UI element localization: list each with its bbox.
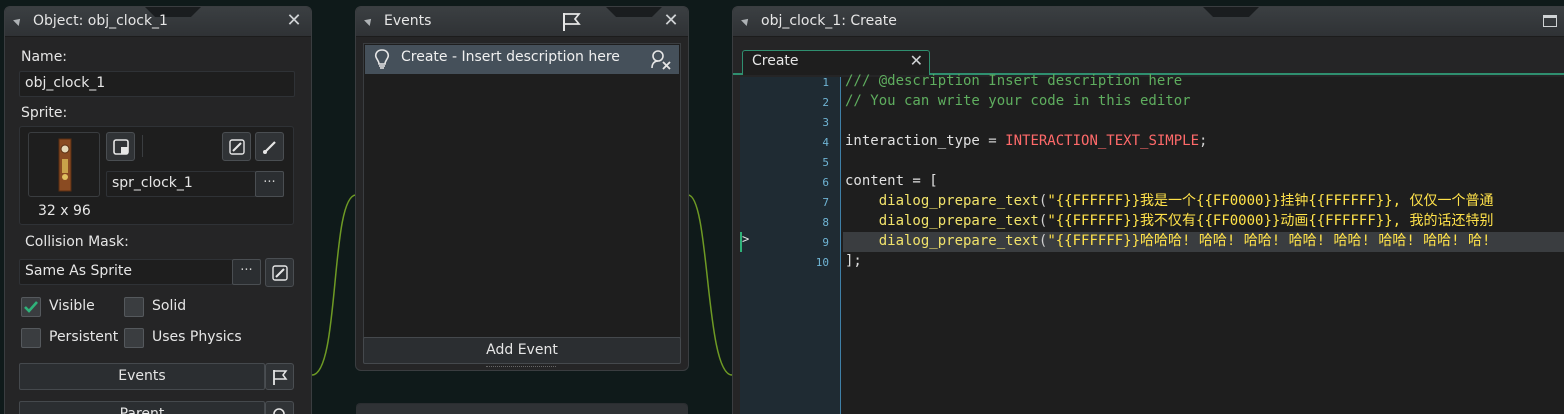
close-icon[interactable]: ✕ (285, 11, 303, 31)
code-function: dialog_prepare_text (878, 233, 1039, 249)
code-semicolon: ; (1199, 133, 1208, 149)
line-number: 2 (822, 96, 829, 109)
events-list: Create - Insert description here (363, 43, 681, 338)
code-line-9: dialog_prepare_text("{{FFFFFF}}哈哈哈! 哈哈! … (845, 231, 1491, 251)
lower-panel-peek (356, 404, 688, 414)
code-string: "{{FFFFFF}}哈哈哈! 哈哈! 哈哈! 哈哈! 哈哈! 哈哈! 哈哈! … (1047, 233, 1491, 249)
remove-event-icon[interactable] (649, 48, 673, 72)
code-line-1: /// @description Insert description here (845, 71, 1182, 91)
line-number: 1 (822, 76, 829, 89)
collapse-icon[interactable] (364, 16, 374, 26)
code-panel-title: obj_clock_1: Create (761, 13, 897, 29)
brush-edit-icon (228, 138, 245, 155)
close-icon[interactable]: ✕ (662, 11, 680, 31)
line-number: 9 (822, 236, 829, 249)
tab-close-icon[interactable]: ✕ (910, 51, 923, 70)
line-number: 8 (822, 216, 829, 229)
collision-mask-label: Collision Mask: (25, 234, 129, 250)
code-line-2: // You can write your code in this edito… (845, 91, 1191, 111)
brush-edit-icon (271, 264, 288, 281)
collision-mask-field[interactable]: Same As Sprite (19, 259, 233, 285)
edit-sprite-button[interactable] (222, 132, 251, 161)
code-statement: content = [ (845, 173, 938, 189)
line-number: 7 (822, 196, 829, 209)
visible-label: Visible (49, 298, 95, 314)
events-panel-header: Events ✕ (356, 7, 688, 37)
brush-icon (262, 140, 276, 154)
events-panel: Events ✕ Create - Insert description her… (355, 6, 689, 371)
persistent-checkbox[interactable] (21, 328, 41, 348)
collision-edit-button[interactable] (265, 258, 294, 287)
search-icon (272, 407, 285, 414)
code-constant: INTERACTION_TEXT_SIMPLE (1005, 133, 1200, 149)
events-button[interactable]: Events (19, 363, 265, 390)
line-number: 10 (815, 256, 829, 269)
event-create-label: Create - Insert description here (401, 49, 620, 65)
tab-create-label: Create (752, 53, 799, 69)
new-sprite-button[interactable] (106, 132, 135, 161)
object-panel-header: Object: obj_clock_1 ✕ (5, 7, 311, 37)
checkmark-icon (24, 301, 38, 313)
code-line-8: dialog_prepare_text("{{FFFFFF}}我不仅有{{FF0… (845, 211, 1494, 231)
line-number: 6 (822, 176, 829, 189)
code-string: "{{FFFFFF}}我是一个{{FF0000}}挂钟{{FFFFFF}}, 仅… (1047, 193, 1494, 209)
code-comment: // You can write your code in this edito… (845, 93, 1191, 109)
sprite-label: Sprite: (21, 105, 68, 121)
code-function: dialog_prepare_text (878, 213, 1039, 229)
parent-button[interactable]: Parent (19, 401, 265, 414)
line-number: 3 (822, 116, 829, 129)
lightbulb-icon (374, 49, 390, 69)
line-number: 4 (822, 136, 829, 149)
collapse-icon[interactable] (741, 16, 751, 26)
code-line-10: ]; (845, 251, 862, 271)
sprite-select-field[interactable]: spr_clock_1 (106, 171, 256, 197)
add-event-button[interactable]: Add Event (363, 337, 681, 364)
sprite-size: 32 x 96 (38, 203, 91, 219)
name-label: Name: (21, 49, 68, 65)
solid-label: Solid (152, 298, 187, 314)
code-variable: interaction_type (845, 133, 980, 149)
code-string: "{{FFFFFF}}我不仅有{{FF0000}}动画{{FFFFFF}}, 我… (1047, 213, 1494, 229)
name-field[interactable]: obj_clock_1 (19, 71, 295, 97)
events-panel-title: Events (384, 13, 432, 29)
code-statement: ]; (845, 253, 862, 269)
code-tabbar: Create ✕ (733, 37, 1564, 75)
uses-physics-checkbox[interactable] (124, 328, 144, 348)
edit-image-button[interactable] (255, 132, 284, 161)
code-comment: /// @description Insert description here (845, 73, 1183, 89)
code-editor-panel: obj_clock_1: Create Create ✕ > 1 2 3 4 5… (732, 6, 1564, 414)
sprite-browse-button[interactable]: ··· (255, 171, 284, 197)
code-line-7: dialog_prepare_text("{{FFFFFF}}我是一个{{FF0… (845, 191, 1494, 211)
code-line-4: interaction_type = INTERACTION_TEXT_SIMP… (845, 131, 1207, 151)
code-function: dialog_prepare_text (878, 193, 1039, 209)
flag-icon[interactable] (560, 11, 582, 37)
maximize-icon[interactable] (1543, 15, 1557, 27)
code-line-6: content = [ (845, 171, 938, 191)
solid-checkbox[interactable] (124, 297, 144, 317)
new-sprite-icon (112, 138, 129, 155)
flag-icon (272, 369, 287, 385)
sprite-thumbnail[interactable] (28, 132, 100, 197)
event-create-row[interactable]: Create - Insert description here (365, 45, 679, 74)
persistent-label: Persistent (49, 329, 119, 345)
clock-sprite-icon (58, 138, 72, 192)
code-operator: = (979, 133, 1006, 149)
visible-checkbox[interactable] (21, 297, 41, 317)
sprite-box: 32 x 96 spr_clock_1 ··· (19, 126, 294, 225)
collapse-icon[interactable] (13, 16, 23, 26)
code-panel-header: obj_clock_1: Create (733, 7, 1564, 37)
object-panel: Object: obj_clock_1 ✕ Name: obj_clock_1 … (4, 6, 312, 414)
collision-browse-button[interactable]: ··· (232, 259, 261, 285)
object-panel-title: Object: obj_clock_1 (33, 13, 168, 29)
events-flag-button[interactable] (265, 363, 294, 390)
line-number: 5 (822, 156, 829, 169)
parent-search-button[interactable] (265, 401, 294, 414)
uses-physics-label: Uses Physics (152, 329, 242, 345)
